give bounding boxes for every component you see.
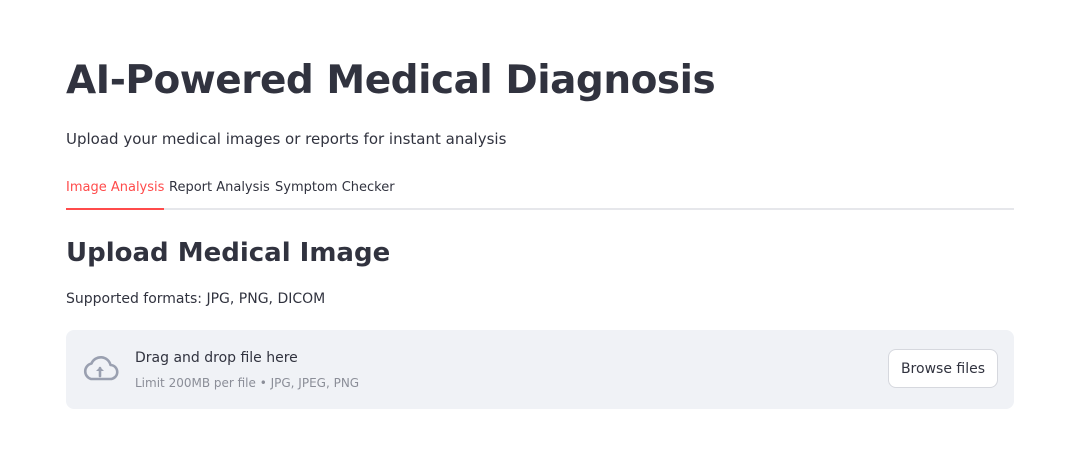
tab-image-analysis[interactable]: Image Analysis	[66, 180, 165, 210]
page-subtitle: Upload your medical images or reports fo…	[66, 130, 507, 148]
tab-symptom-checker[interactable]: Symptom Checker	[275, 180, 395, 208]
dropzone-limit-text: Limit 200MB per file • JPG, JPEG, PNG	[135, 376, 360, 390]
cloud-upload-icon	[83, 356, 119, 381]
app-page: AI-Powered Medical Diagnosis Upload your…	[0, 0, 1069, 463]
tab-bar: Image Analysis Report Analysis Symptom C…	[66, 172, 1014, 210]
file-dropzone[interactable]: Drag and drop file here Limit 200MB per …	[66, 330, 1014, 409]
dropzone-instruction: Drag and drop file here	[135, 350, 298, 366]
browse-files-button[interactable]: Browse files	[887, 349, 998, 388]
tab-report-analysis[interactable]: Report Analysis	[169, 180, 270, 208]
page-title: AI-Powered Medical Diagnosis	[66, 58, 716, 103]
section-title: Upload Medical Image	[66, 238, 391, 268]
supported-formats-text: Supported formats: JPG, PNG, DICOM	[66, 291, 326, 307]
